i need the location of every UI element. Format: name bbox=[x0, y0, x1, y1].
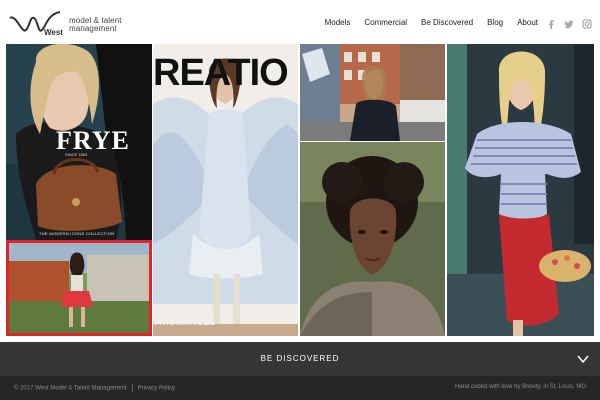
nav-commercial[interactable]: Commercial bbox=[364, 18, 407, 27]
footer-credit: Hand coded with love by Brevity, in St. … bbox=[455, 384, 586, 390]
nav-blog[interactable]: Blog bbox=[487, 18, 503, 27]
banner-label: BE DISCOVERED bbox=[260, 354, 340, 363]
social-links bbox=[538, 16, 592, 29]
instagram-icon[interactable] bbox=[582, 16, 592, 29]
twitter-icon[interactable] bbox=[564, 16, 574, 29]
photo-outdoor-image bbox=[9, 243, 149, 333]
footer-copyright: © 2017 West Model & Talent Management bbox=[14, 385, 127, 392]
logo-word: West bbox=[44, 28, 63, 37]
nav-be-discovered[interactable]: Be Discovered bbox=[421, 18, 473, 27]
tagline-line2: management bbox=[69, 24, 117, 33]
frye-subtitle: SINCE 1863 bbox=[65, 152, 88, 157]
logo-mark-icon: West bbox=[9, 11, 63, 37]
editorial-line2: ATIONMAGES bbox=[155, 317, 216, 327]
main-nav: Models Commercial Be Discovered Blog Abo… bbox=[311, 18, 538, 27]
photo-tile-creation[interactable]: REATIO TORIAL ATIONMAGES bbox=[153, 44, 298, 336]
photo-tile-outdoor[interactable] bbox=[6, 240, 152, 336]
site-footer: © 2017 West Model & Talent Management Pri… bbox=[0, 376, 600, 400]
facebook-icon[interactable] bbox=[546, 16, 556, 29]
logo[interactable]: West model & talent management bbox=[8, 8, 148, 38]
nav-models[interactable]: Models bbox=[325, 18, 351, 27]
model-photo-grid: FRYE SINCE 1863 THE MODERN ICONS COLLECT… bbox=[0, 44, 600, 342]
photo-street-image bbox=[300, 44, 445, 141]
privacy-policy-link[interactable]: Privacy Policy bbox=[138, 386, 175, 392]
editorial-caption: TORIAL ATIONMAGES bbox=[155, 309, 215, 327]
frye-collection: THE MODERN ICONS COLLECTION bbox=[39, 231, 115, 236]
footer-left: © 2017 West Model & Talent Management Pri… bbox=[14, 384, 175, 392]
site-header: West model & talent management Models Co… bbox=[0, 0, 600, 44]
creation-masthead: REATIO bbox=[153, 52, 289, 94]
chevron-down-icon[interactable] bbox=[576, 352, 590, 366]
be-discovered-banner[interactable]: BE DISCOVERED bbox=[0, 342, 600, 376]
photo-tile-frye[interactable]: FRYE SINCE 1863 THE MODERN ICONS COLLECT… bbox=[6, 44, 152, 240]
photo-portrait-image bbox=[300, 142, 445, 336]
photo-tile-striped-top[interactable] bbox=[447, 44, 594, 336]
photo-tile-street[interactable] bbox=[300, 44, 445, 141]
footer-divider bbox=[131, 384, 133, 392]
nav-about[interactable]: About bbox=[517, 18, 538, 27]
logo-tagline: model & talent management bbox=[69, 17, 122, 33]
photo-tile-portrait[interactable] bbox=[300, 142, 445, 336]
photo-striped-image bbox=[447, 44, 594, 336]
